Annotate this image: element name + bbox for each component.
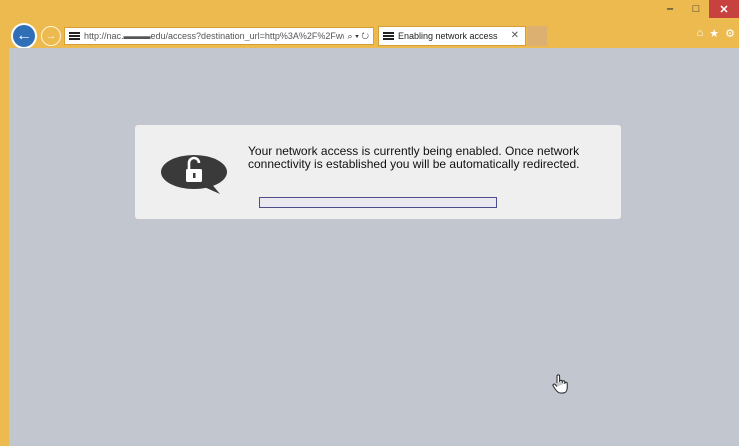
minimize-button[interactable]: ‒: [657, 0, 683, 18]
new-tab-button[interactable]: [527, 26, 547, 46]
search-icon[interactable]: ⌕: [348, 31, 353, 41]
forward-button[interactable]: →: [41, 26, 61, 46]
page-viewport: Your network access is currently being e…: [9, 48, 739, 446]
settings-icon[interactable]: ⚙: [725, 27, 735, 40]
address-tools: ⌕ ▾ ↻: [344, 31, 373, 42]
tab-title: Enabling network access: [398, 31, 498, 41]
address-text[interactable]: http://nac.▬▬▬edu/access?destination_url…: [84, 31, 344, 41]
favorites-icon[interactable]: ★: [709, 27, 719, 40]
unlocked-padlock-icon: [161, 155, 227, 194]
back-arrow-icon: ←: [16, 27, 32, 44]
tab-close-icon[interactable]: ✕: [511, 30, 519, 41]
window-controls: ‒ □ ✕: [657, 0, 739, 20]
home-icon[interactable]: ⌂: [697, 27, 704, 40]
status-message: Your network access is currently being e…: [248, 144, 580, 171]
browser-tools: ⌂ ★ ⚙: [697, 27, 735, 40]
network-access-dialog: Your network access is currently being e…: [135, 125, 621, 219]
forward-arrow-icon: →: [45, 30, 57, 42]
back-button[interactable]: ←: [11, 23, 37, 49]
hand-cursor-icon: [552, 374, 568, 394]
tab-favicon-icon: [383, 31, 394, 41]
refresh-icon[interactable]: ↻: [361, 31, 369, 41]
address-bar[interactable]: http://nac.▬▬▬edu/access?destination_url…: [64, 27, 374, 45]
dropdown-icon[interactable]: ▾: [355, 31, 359, 41]
site-favicon-icon: [69, 31, 80, 41]
maximize-button[interactable]: □: [683, 0, 709, 18]
tab-enabling-network-access[interactable]: Enabling network access ✕: [378, 26, 526, 46]
close-window-button[interactable]: ✕: [709, 0, 739, 18]
progress-bar: [259, 197, 497, 208]
navigation-bar: ← → http://nac.▬▬▬edu/access?destination…: [0, 22, 739, 49]
browser-window: ‒ □ ✕ ← → http://nac.▬▬▬edu/access?desti…: [0, 0, 739, 446]
